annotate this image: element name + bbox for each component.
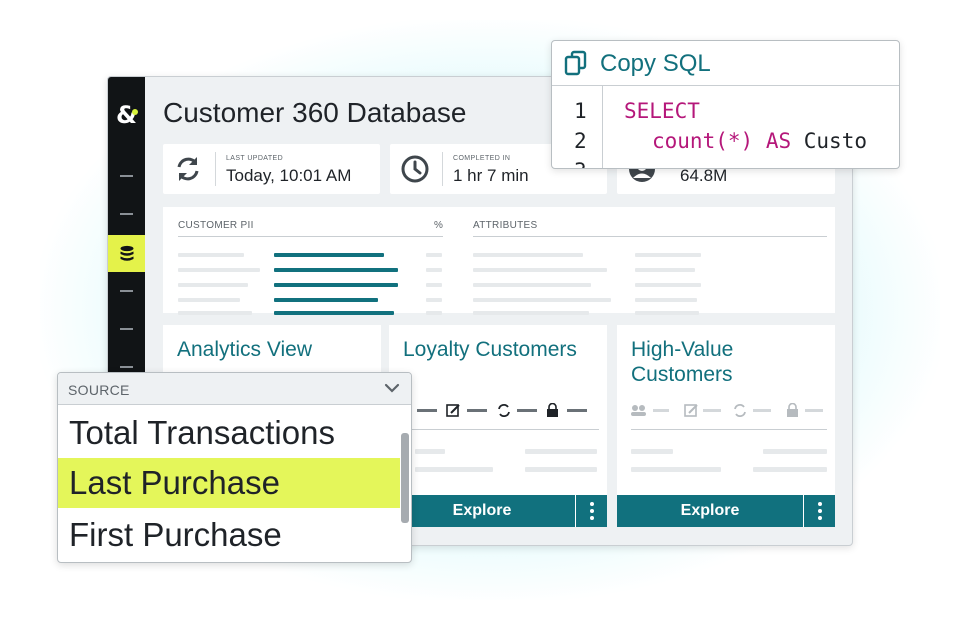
dropdown-label: SOURCE [68, 382, 130, 398]
clock-icon [401, 155, 429, 183]
pii-bar [274, 268, 398, 272]
dropdown-option[interactable]: First Purchase [58, 510, 400, 560]
stat-value: Today, 10:01 AM [226, 166, 352, 185]
sql-keyword: AS [765, 129, 792, 153]
pii-attributes-panel: CUSTOMER PII % ATTRIBUTES [163, 207, 835, 315]
pii-bar [274, 253, 384, 257]
stat-last-updated: LAST UPDATED Today, 10:01 AM [163, 144, 380, 194]
sidebar-item-database[interactable] [108, 235, 145, 272]
pii-bar [274, 298, 378, 302]
edit-icon [684, 404, 698, 417]
more-vertical-icon [589, 502, 594, 520]
sidebar-item[interactable] [120, 175, 133, 177]
refresh-icon [734, 404, 746, 417]
sidebar-item[interactable] [120, 290, 133, 292]
pii-row [178, 298, 240, 302]
percent-header: % [434, 220, 444, 231]
sidebar-item[interactable] [120, 213, 133, 215]
sql-line: count(*) AS Custo [652, 129, 867, 153]
line-number: 3 [574, 159, 587, 168]
line-number: 1 [574, 99, 587, 123]
card-loyalty-customers[interactable]: Loyalty Customers Explore [389, 325, 607, 527]
refresh-icon [498, 404, 510, 417]
dropdown-header[interactable]: SOURCE [58, 373, 411, 405]
stat-label: LAST UPDATED [226, 155, 284, 162]
stat-value: 1 hr 7 min [453, 166, 529, 185]
pii-row [178, 253, 244, 257]
explore-button[interactable]: Explore [389, 495, 575, 527]
dropdown-option-selected[interactable]: Last Purchase [58, 458, 400, 508]
sidebar-item[interactable] [120, 328, 133, 330]
chevron-down-icon[interactable] [383, 381, 401, 395]
page-title: Customer 360 Database [163, 97, 467, 128]
lock-icon [787, 403, 798, 417]
more-options-button[interactable] [576, 495, 607, 527]
source-dropdown[interactable]: SOURCE Total Transactions Last Purchase … [57, 372, 412, 563]
sql-function: count(*) [652, 129, 754, 153]
dropdown-option[interactable]: Total Transactions [58, 408, 400, 458]
attributes-header: ATTRIBUTES [473, 220, 538, 231]
stat-label: COMPLETED IN [453, 155, 511, 162]
lock-icon [547, 403, 558, 417]
card-icon-row [403, 403, 587, 417]
card-high-value-customers[interactable]: High-Value Customers Explore [617, 325, 835, 527]
pii-row [178, 268, 260, 272]
stat-value: 64.8M [680, 166, 728, 185]
dropdown-scrollbar[interactable] [401, 433, 409, 523]
copy-sql-title: Copy SQL [600, 50, 711, 77]
sidebar-item[interactable] [120, 366, 133, 368]
more-vertical-icon [817, 502, 822, 520]
pii-header: CUSTOMER PII [178, 220, 254, 231]
copy-sql-panel: Copy SQL 1 SELECT 2 count(*) AS Custo 3 [551, 40, 900, 169]
users-icon [631, 405, 646, 416]
copy-sql-header[interactable]: Copy SQL [552, 41, 899, 86]
edit-icon [446, 404, 460, 417]
app-logo: & [116, 101, 138, 129]
more-options-button[interactable] [804, 495, 835, 527]
line-number: 2 [574, 129, 587, 153]
pii-bar [274, 283, 398, 287]
card-icon-row [631, 403, 823, 417]
card-title: Loyalty Customers [403, 338, 577, 361]
card-title: High-Value Customers [631, 338, 734, 386]
card-title: Analytics View [177, 338, 313, 361]
sql-identifier: Custo [803, 129, 867, 153]
database-icon [120, 245, 133, 261]
refresh-icon [177, 157, 199, 181]
sql-line: SELECT [624, 99, 700, 123]
copy-icon [564, 50, 587, 76]
explore-button[interactable]: Explore [617, 495, 803, 527]
pii-row [178, 283, 248, 287]
